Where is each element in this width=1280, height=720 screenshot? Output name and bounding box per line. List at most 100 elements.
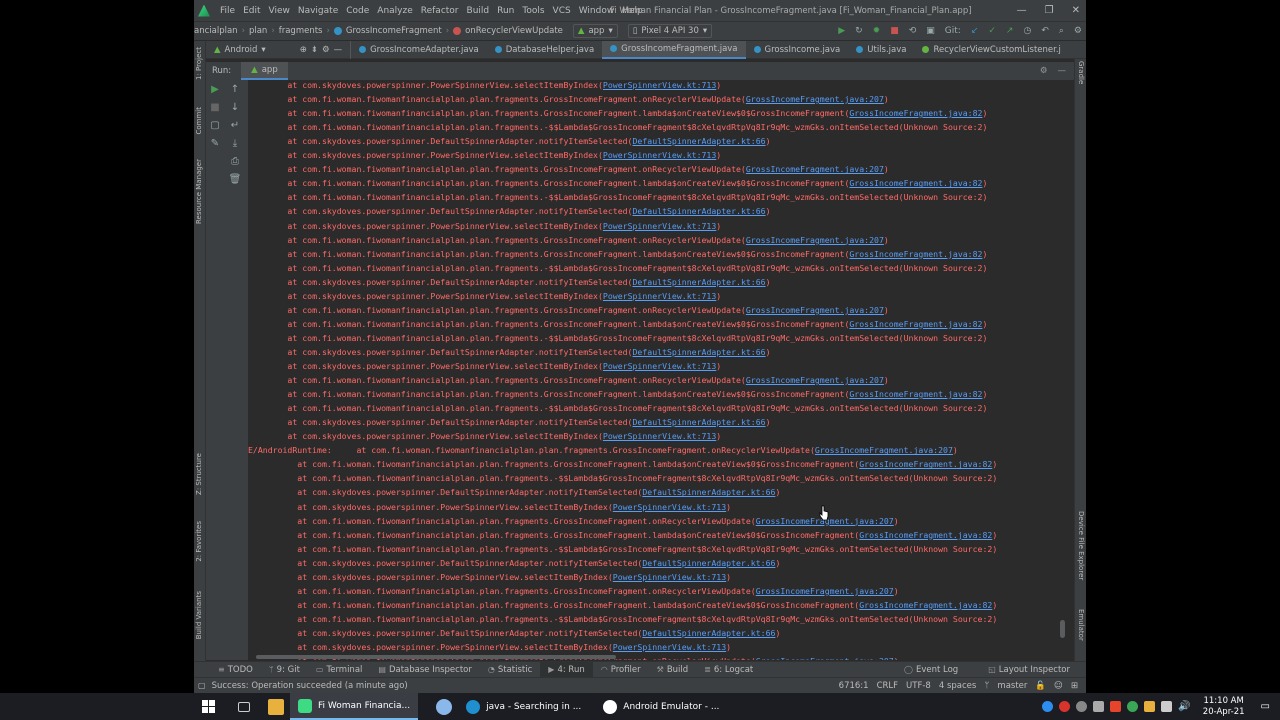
database-inspector-tool-button[interactable]: ▤ Database Inspector [370, 662, 479, 678]
source-link[interactable]: GrossIncomeFragment.java:82 [849, 108, 982, 118]
restore-layout-icon[interactable]: ▢ [208, 120, 222, 131]
maximize-button[interactable]: ❐ [1045, 5, 1054, 16]
menu-file[interactable]: File [216, 6, 239, 16]
system-clock[interactable]: 11:10 AM 20-Apr-21 [1203, 696, 1245, 718]
source-link[interactable]: GrossIncomeFragment.java:82 [849, 178, 982, 188]
tray-app-icon[interactable] [1093, 701, 1105, 712]
tab-utils[interactable]: Utils.java [848, 41, 914, 59]
source-link[interactable]: DefaultSpinnerAdapter.kt:66 [633, 206, 766, 216]
source-link[interactable]: GrossIncomeFragment.java:82 [849, 389, 982, 399]
source-link[interactable]: PowerSpinnerView.kt:713 [603, 431, 716, 441]
menu-build[interactable]: Build [463, 6, 494, 16]
scroll-to-end-icon[interactable]: ⤓ [228, 138, 242, 149]
git-commit-icon[interactable]: ✓ [988, 26, 996, 36]
stop-icon[interactable]: ■ [208, 102, 222, 113]
source-link[interactable]: PowerSpinnerView.kt:713 [603, 150, 716, 160]
project-view-select[interactable]: ▲ Android ▾ ⊕ ⇟ ⚙ — [206, 40, 352, 59]
taskbar-app-android-studio[interactable]: Fi Woman Financia... [290, 693, 419, 720]
tray-app-icon[interactable] [1076, 701, 1088, 712]
profiler-tool-button[interactable]: ◠ Profiler [593, 662, 649, 678]
breadcrumb-item[interactable]: ancialplan [194, 26, 238, 36]
build-variants-tool-tab[interactable]: Build Variants [195, 591, 203, 639]
menu-code[interactable]: Code [342, 6, 373, 16]
breadcrumb-item[interactable]: plan [249, 26, 267, 36]
taskbar-app-emulator[interactable]: Android Emulator - ... [595, 693, 727, 720]
status-toggle-icon[interactable]: ▢ [198, 681, 206, 690]
locate-icon[interactable]: ⊕ [300, 45, 307, 55]
source-link[interactable]: GrossIncomeFragment.java:207 [746, 94, 884, 104]
tray-app-icon[interactable] [1144, 701, 1156, 712]
source-link[interactable]: PowerSpinnerView.kt:713 [613, 502, 726, 512]
settings-icon[interactable]: ⚙ [1074, 26, 1082, 36]
action-center-icon[interactable]: ▭ [1261, 701, 1270, 712]
source-link[interactable]: GrossIncomeFragment.java:207 [815, 445, 953, 455]
task-view-icon[interactable] [238, 701, 250, 712]
run-tool-button[interactable]: ▶ 4: Run [540, 661, 593, 678]
collapse-icon[interactable]: ⇟ [311, 45, 318, 55]
tray-app-icon[interactable] [1110, 701, 1122, 712]
run-config-select[interactable]: ▲ app ▾ [572, 24, 618, 38]
tray-app-icon[interactable] [1042, 701, 1054, 712]
event-log-tool-button[interactable]: ◯ Event Log [896, 662, 966, 678]
close-button[interactable]: ✕ [1072, 5, 1080, 16]
source-link[interactable]: DefaultSpinnerAdapter.kt:66 [642, 628, 775, 638]
source-link[interactable]: GrossIncomeFragment.java:207 [746, 305, 884, 315]
source-link[interactable]: PowerSpinnerView.kt:713 [613, 572, 726, 582]
hide-icon[interactable]: — [334, 45, 343, 55]
menu-refactor[interactable]: Refactor [417, 6, 463, 16]
menu-navigate[interactable]: Navigate [294, 6, 342, 16]
favorites-tool-tab[interactable]: 2: Favorites [195, 521, 203, 562]
menu-edit[interactable]: Edit [239, 6, 264, 16]
layout-inspector-tool-button[interactable]: ◱ Layout Inspector [980, 662, 1078, 678]
structure-tool-tab[interactable]: Z: Structure [195, 453, 203, 495]
source-link[interactable]: DefaultSpinnerAdapter.kt:66 [642, 558, 775, 568]
project-tool-tab[interactable]: 1: Project [195, 47, 203, 80]
tab-grossincomeadapter[interactable]: GrossIncomeAdapter.java [351, 41, 487, 59]
gradle-tool-tab[interactable]: Gradle [1077, 61, 1085, 84]
down-arrow-icon[interactable]: ↓ [228, 102, 242, 113]
source-link[interactable]: GrossIncomeFragment.java:82 [849, 249, 982, 259]
network-icon[interactable] [1161, 701, 1173, 712]
device-file-explorer-tool-tab[interactable]: Device File Explorer [1077, 511, 1085, 580]
rerun-icon[interactable]: ▶ [208, 84, 222, 95]
menu-analyze[interactable]: Analyze [373, 6, 416, 16]
run-tab-app[interactable]: ▲ app [241, 62, 288, 80]
git-branch[interactable]: master [997, 681, 1027, 691]
logcat-tool-button[interactable]: ≣ 6: Logcat [696, 662, 761, 678]
gear-icon[interactable]: ⚙ [1040, 66, 1048, 76]
source-link[interactable]: GrossIncomeFragment.java:82 [849, 319, 982, 329]
settings-app-icon[interactable] [436, 698, 453, 715]
taskbar-app-edge[interactable]: java - Searching in ... [458, 693, 589, 720]
source-link[interactable]: GrossIncomeFragment.java:207 [746, 235, 884, 245]
sdk-manager-icon[interactable]: ▣ [926, 26, 935, 36]
menu-tools[interactable]: Tools [518, 6, 548, 16]
run-icon[interactable]: ▶ [838, 26, 845, 36]
volume-icon[interactable]: 🔊 [1178, 701, 1190, 712]
rollback-icon[interactable]: ↶ [1041, 26, 1049, 36]
record-icon[interactable] [1059, 701, 1071, 712]
commit-tool-tab[interactable]: Commit [195, 107, 203, 135]
git-push-icon[interactable]: ↗ [1006, 26, 1014, 36]
breadcrumb-item[interactable]: GrossIncomeFragment [346, 26, 442, 36]
horizontal-scrollbar[interactable] [256, 655, 616, 659]
source-link[interactable]: GrossIncomeFragment.java:82 [859, 600, 992, 610]
source-link[interactable]: GrossIncomeFragment.java:207 [756, 586, 894, 596]
source-link[interactable]: PowerSpinnerView.kt:713 [603, 221, 716, 231]
build-tool-button[interactable]: ⚒ Build [649, 662, 697, 678]
caret-position[interactable]: 6716:1 [839, 681, 869, 691]
history-icon[interactable]: ◷ [1023, 26, 1031, 36]
notification-icon[interactable]: ⊞ [1071, 681, 1078, 691]
gradle-sync-icon[interactable]: ⟲ [909, 26, 917, 36]
tab-grossincome[interactable]: GrossIncome.java [746, 41, 849, 59]
breadcrumb-item[interactable]: onRecyclerViewUpdate [465, 26, 563, 36]
windows-start-icon[interactable] [202, 699, 220, 714]
minimize-button[interactable]: — [1017, 5, 1027, 16]
source-link[interactable]: GrossIncomeFragment.java:82 [859, 530, 992, 540]
tray-app-icon[interactable] [1127, 701, 1139, 712]
stop-icon[interactable]: ■ [890, 26, 899, 36]
apply-changes-icon[interactable]: ↻ [855, 26, 863, 36]
lock-icon[interactable]: 🔓 [1035, 681, 1046, 691]
source-link[interactable]: GrossIncomeFragment.java:207 [756, 656, 894, 660]
search-icon[interactable]: ⌕ [1059, 26, 1064, 36]
tab-grossincomefragment[interactable]: GrossIncomeFragment.java [602, 40, 746, 59]
